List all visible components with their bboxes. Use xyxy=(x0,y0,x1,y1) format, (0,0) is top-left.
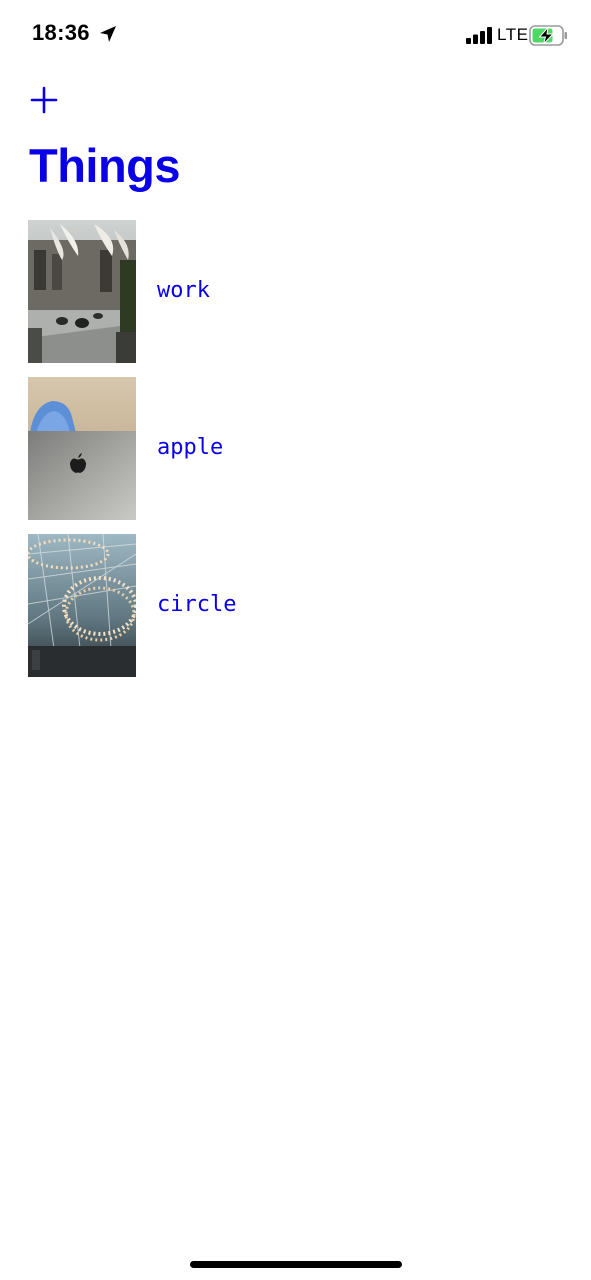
list-item[interactable]: work xyxy=(28,220,568,363)
item-label: work xyxy=(157,278,210,303)
thumbnail-image xyxy=(28,377,136,520)
cellular-signal-icon xyxy=(466,27,492,44)
page-title: Things xyxy=(29,139,181,192)
battery-charging-icon xyxy=(529,25,567,46)
things-list: work apple circle xyxy=(28,220,568,691)
list-item[interactable]: circle xyxy=(28,534,568,677)
item-label: circle xyxy=(157,592,237,617)
home-indicator[interactable] xyxy=(190,1261,402,1268)
thumbnail-image xyxy=(28,220,136,363)
location-arrow-icon xyxy=(100,26,116,42)
plus-icon xyxy=(30,86,58,114)
list-item[interactable]: apple xyxy=(28,377,568,520)
item-label: apple xyxy=(157,435,224,460)
thumbnail-image xyxy=(28,534,136,677)
status-bar: 18:36 LTE xyxy=(0,0,591,70)
add-button[interactable] xyxy=(28,84,60,116)
status-time: 18:36 xyxy=(32,20,90,45)
network-type: LTE xyxy=(497,25,529,44)
